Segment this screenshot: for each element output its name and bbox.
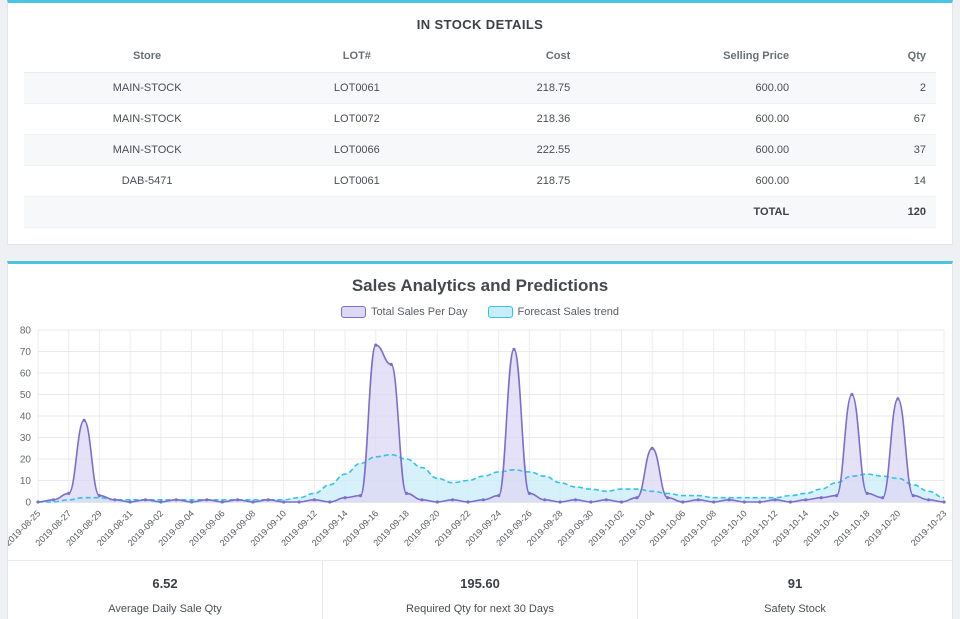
table-cell: LOT0061 xyxy=(270,166,443,197)
svg-text:20: 20 xyxy=(20,455,32,466)
stat-value: 6.52 xyxy=(16,576,314,591)
in-stock-details-card: IN STOCK DETAILS StoreLOT#CostSelling Pr… xyxy=(7,0,953,245)
column-header-cost: Cost xyxy=(444,40,581,73)
table-row: DAB-5471LOT0061218.75600.0014 xyxy=(24,166,936,197)
table-cell: 600.00 xyxy=(580,104,799,135)
stat-block: 6.52 Average Daily Sale Qty xyxy=(8,561,322,619)
table-cell: 600.00 xyxy=(580,166,799,197)
svg-text:10: 10 xyxy=(20,476,32,487)
table-cell: LOT0061 xyxy=(270,73,443,104)
stock-table: StoreLOT#CostSelling PriceQty MAIN-STOCK… xyxy=(24,40,936,228)
legend-label: Total Sales Per Day xyxy=(371,306,468,318)
total-label: TOTAL xyxy=(580,197,799,228)
chart-area: 010203040506070802019-08-252019-08-27201… xyxy=(8,322,952,560)
table-cell: 2 xyxy=(799,73,936,104)
stat-label: Average Daily Sale Qty xyxy=(16,603,314,615)
page: IN STOCK DETAILS StoreLOT#CostSelling Pr… xyxy=(0,0,960,619)
table-cell: MAIN-STOCK xyxy=(24,73,270,104)
table-cell: MAIN-STOCK xyxy=(24,104,270,135)
column-header-qty: Qty xyxy=(799,40,936,73)
legend-swatch-icon xyxy=(341,306,366,318)
total-qty: 120 xyxy=(799,197,936,228)
svg-text:30: 30 xyxy=(20,433,32,444)
stat-label: Safety Stock xyxy=(646,603,944,615)
table-cell xyxy=(270,197,443,228)
svg-text:0: 0 xyxy=(25,498,31,509)
table-row: MAIN-STOCKLOT0061218.75600.002 xyxy=(24,73,936,104)
table-total-row: TOTAL120 xyxy=(24,197,936,228)
stat-value: 91 xyxy=(646,576,944,591)
stat-label: Required Qty for next 30 Days xyxy=(331,603,629,615)
legend-item[interactable]: Total Sales Per Day xyxy=(341,306,468,318)
table-cell: 67 xyxy=(799,104,936,135)
table-cell xyxy=(24,197,270,228)
svg-text:80: 80 xyxy=(20,326,32,337)
column-header-lot: LOT# xyxy=(270,40,443,73)
legend-swatch-icon xyxy=(488,306,513,318)
svg-text:40: 40 xyxy=(20,412,32,423)
svg-text:50: 50 xyxy=(20,390,32,401)
stats-row: 6.52 Average Daily Sale Qty 195.60 Required… xyxy=(8,560,952,619)
stat-block: 195.60 Required Qty for next 30 Days xyxy=(322,561,637,619)
table-cell: 218.75 xyxy=(444,166,581,197)
table-cell: 14 xyxy=(799,166,936,197)
stock-table-header-row: StoreLOT#CostSelling PriceQty xyxy=(24,40,936,73)
table-cell: LOT0072 xyxy=(270,104,443,135)
table-cell: DAB-5471 xyxy=(24,166,270,197)
stat-block: 91 Safety Stock xyxy=(637,561,952,619)
table-row: MAIN-STOCKLOT0072218.36600.0067 xyxy=(24,104,936,135)
analytics-title: Sales Analytics and Predictions xyxy=(8,276,952,296)
table-cell: 37 xyxy=(799,135,936,166)
table-cell xyxy=(444,197,581,228)
svg-text:2019-10-23: 2019-10-23 xyxy=(909,508,949,548)
sales-analytics-card: Sales Analytics and Predictions Total Sa… xyxy=(7,261,953,619)
legend-label: Forecast Sales trend xyxy=(518,306,620,318)
table-cell: 218.36 xyxy=(444,104,581,135)
sales-chart[interactable]: 010203040506070802019-08-252019-08-27201… xyxy=(8,322,950,560)
column-header-store: Store xyxy=(24,40,270,73)
table-cell: 600.00 xyxy=(580,135,799,166)
svg-text:70: 70 xyxy=(20,347,32,358)
svg-text:60: 60 xyxy=(20,369,32,380)
table-row: MAIN-STOCKLOT0066222.55600.0037 xyxy=(24,135,936,166)
chart-legend: Total Sales Per Day Forecast Sales trend xyxy=(8,306,952,318)
table-cell: 218.75 xyxy=(444,73,581,104)
table-cell: 600.00 xyxy=(580,73,799,104)
table-cell: 222.55 xyxy=(444,135,581,166)
column-header-sellingprice: Selling Price xyxy=(580,40,799,73)
stat-value: 195.60 xyxy=(331,576,629,591)
table-cell: LOT0066 xyxy=(270,135,443,166)
table-cell: MAIN-STOCK xyxy=(24,135,270,166)
stock-card-title: IN STOCK DETAILS xyxy=(24,13,936,34)
legend-item[interactable]: Forecast Sales trend xyxy=(488,306,620,318)
